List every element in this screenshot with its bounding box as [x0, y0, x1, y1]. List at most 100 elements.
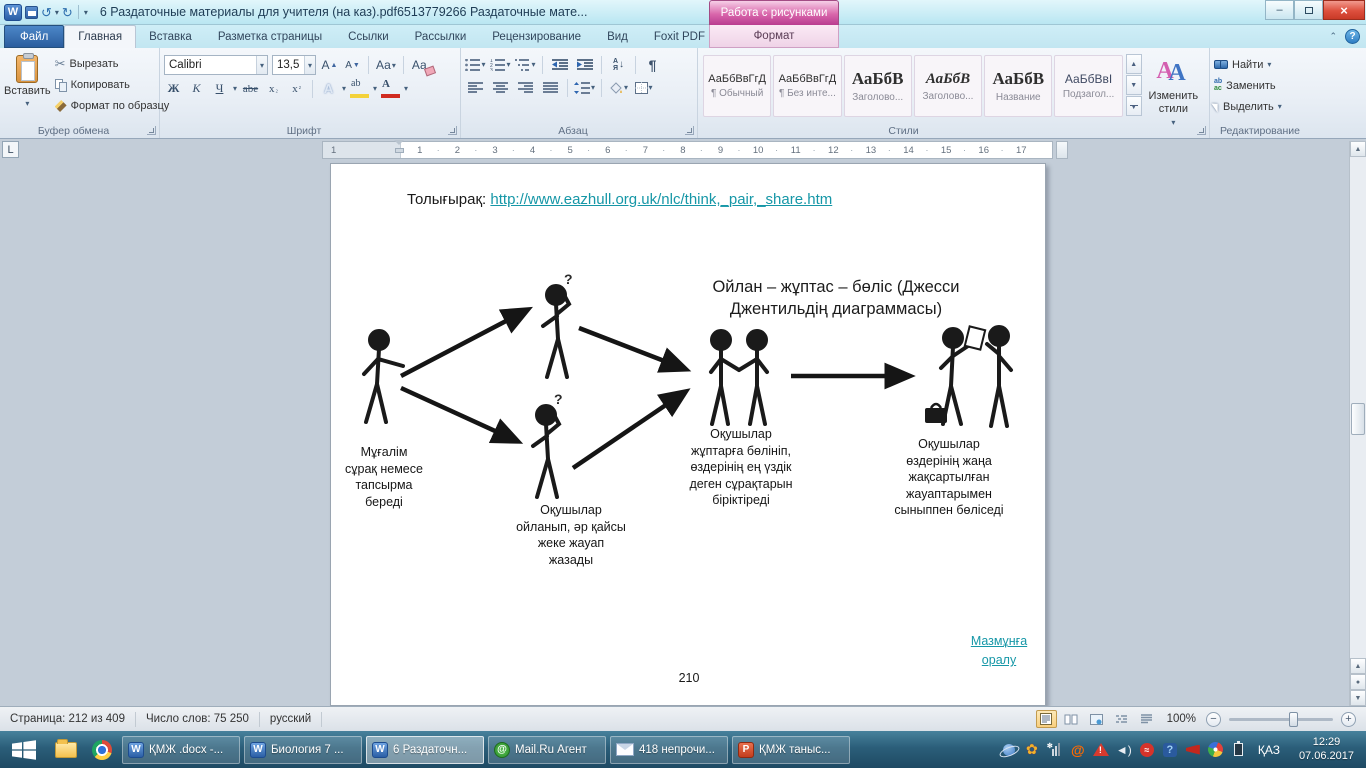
tab-stop-selector[interactable]: L [2, 141, 19, 158]
redo-icon[interactable]: ↻ [62, 6, 73, 19]
tab-references[interactable]: Ссылки [335, 26, 402, 48]
flower-icon[interactable]: ✿ [1024, 741, 1040, 758]
tab-format[interactable]: Формат [754, 25, 795, 47]
clipboard-dialog-launcher[interactable] [147, 126, 156, 135]
warning-icon[interactable]: ! [1092, 742, 1109, 758]
strikethrough-button[interactable]: abe [241, 79, 260, 98]
highlight-button[interactable]: ab [350, 79, 370, 98]
taskbar-mailru-agent[interactable]: @ Mail.Ru Агент [488, 735, 606, 764]
change-case-button[interactable]: Аа ▾ [375, 56, 397, 75]
start-button[interactable] [0, 731, 48, 768]
cut-button[interactable]: ✂ Вырезать [55, 55, 170, 73]
style-card-heading2[interactable]: АаБбВ Заголово... [913, 55, 983, 117]
find-button[interactable]: Найти ▾ [1214, 56, 1306, 73]
tab-file[interactable]: Файл [4, 25, 65, 48]
zoom-slider[interactable] [1229, 711, 1333, 727]
taskbar-word-2[interactable]: W Биология 7 ... [244, 735, 362, 764]
taskbar-word-active[interactable]: W6 Раздаточн... [366, 735, 484, 764]
status-page-info[interactable]: Страница: 212 из 409 [0, 711, 136, 727]
status-language[interactable]: русский [260, 711, 323, 727]
minimize-button[interactable]: – [1265, 0, 1294, 20]
language-indicator[interactable]: ҚАЗ [1254, 743, 1284, 757]
zoom-slider-thumb[interactable] [1289, 711, 1299, 727]
paste-dropdown-icon[interactable]: ▾ [25, 99, 29, 108]
grow-font-button[interactable]: А ▲ [320, 56, 339, 75]
taskbar-word-1[interactable]: W ҚМЖ .docx -... [122, 735, 240, 764]
tab-mailings[interactable]: Рассылки [402, 26, 480, 48]
red-swirl-icon[interactable]: ≈ [1139, 742, 1155, 758]
bold-button[interactable]: Ж [164, 79, 183, 98]
style-card-heading1[interactable]: АаБбВ Заголово... [843, 55, 912, 117]
zoom-level[interactable]: 100% [1167, 713, 1196, 725]
select-button[interactable]: Выделить ▾ [1211, 98, 1306, 115]
paragraph-dialog-launcher[interactable] [685, 126, 694, 135]
tab-foxit-pdf[interactable]: Foxit PDF [641, 26, 718, 48]
line-spacing-button[interactable]: ▾ [574, 78, 595, 97]
zoom-out-button[interactable]: − [1206, 711, 1221, 727]
show-paragraph-marks-button[interactable]: ¶ [642, 55, 663, 74]
justify-button[interactable] [540, 78, 561, 97]
styles-scroll-down-icon[interactable]: ▼ [1125, 75, 1142, 95]
italic-button[interactable]: К [187, 79, 206, 98]
back-to-contents-link[interactable]: Мазмұнға оралу [957, 632, 1041, 671]
tab-home[interactable]: Главная [64, 25, 137, 48]
decrease-indent-button[interactable] [549, 55, 570, 74]
font-dialog-launcher[interactable] [448, 126, 457, 135]
file-explorer-button[interactable] [48, 731, 84, 768]
web-layout-view-button[interactable] [1086, 710, 1107, 728]
vertical-scrollbar[interactable]: ▲ ▲ ● ▼ [1349, 141, 1366, 706]
style-card-subtitle[interactable]: АаБбВвІ Подзагол... [1054, 55, 1123, 117]
save-icon[interactable] [25, 5, 38, 19]
styles-dialog-launcher[interactable] [1197, 126, 1206, 135]
text-effects-button[interactable]: А [319, 79, 338, 98]
restore-button[interactable] [1294, 0, 1323, 20]
question-person-icon[interactable]: ? [1162, 742, 1178, 758]
taskbar-powerpoint[interactable]: P ҚМЖ таныс... [732, 735, 850, 764]
style-card-no-spacing[interactable]: АаБбВвГгД ¶ Без инте... [773, 55, 842, 117]
paste-button[interactable]: Вставить ▾ [4, 51, 51, 115]
shading-button[interactable]: ▾ [608, 78, 629, 97]
scrollbar-thumb[interactable] [1351, 403, 1365, 435]
font-color-dropdown-icon[interactable]: ▾ [404, 84, 408, 93]
font-size-combo[interactable]: 13,5 ▾ [272, 55, 316, 75]
saturn-icon[interactable] [1001, 742, 1017, 758]
minimize-ribbon-icon[interactable]: ⌃ [1329, 31, 1337, 42]
sort-button[interactable]: А Я ↓ [608, 55, 629, 74]
draft-view-button[interactable] [1136, 710, 1157, 728]
underline-dropdown-icon[interactable]: ▾ [233, 84, 237, 93]
previous-page-icon[interactable]: ▲ [1350, 658, 1366, 674]
style-card-normal[interactable]: АаБбВвГгД ¶ Обычный [703, 55, 772, 117]
replace-button[interactable]: ab ac Заменить [1214, 77, 1306, 94]
next-page-icon[interactable]: ▼ [1350, 690, 1366, 706]
print-layout-view-button[interactable] [1035, 710, 1057, 728]
text-effects-dropdown-icon[interactable]: ▾ [342, 84, 346, 93]
bullets-button[interactable]: ▾ [465, 55, 486, 74]
battery-icon[interactable] [1231, 741, 1247, 758]
styles-scroll-up-icon[interactable]: ▲ [1125, 54, 1142, 74]
close-button[interactable]: × [1323, 0, 1365, 20]
highlight-dropdown-icon[interactable]: ▾ [373, 84, 377, 93]
tab-view[interactable]: Вид [594, 26, 641, 48]
chrome-button[interactable] [84, 731, 120, 768]
superscript-button[interactable]: x² [287, 79, 306, 98]
tab-page-layout[interactable]: Разметка страницы [205, 26, 335, 48]
qat-customize-icon[interactable]: ▾ [84, 8, 88, 17]
select-browse-object-icon[interactable]: ● [1350, 674, 1366, 690]
multilevel-list-button[interactable]: ▾ [515, 55, 536, 74]
scroll-up-icon[interactable]: ▲ [1350, 141, 1366, 157]
outline-view-button[interactable] [1111, 710, 1132, 728]
increase-indent-button[interactable] [574, 55, 595, 74]
ruler-toggle-button[interactable] [1056, 141, 1068, 159]
speaker-icon[interactable]: ◄) [1116, 742, 1132, 758]
signal-bars-icon[interactable]: ✻ [1047, 742, 1063, 758]
word-logo-icon[interactable]: W [4, 3, 22, 21]
numbering-button[interactable]: 1 2 3 ▾ [490, 55, 511, 74]
fullscreen-reading-view-button[interactable] [1061, 710, 1082, 728]
shrink-font-button[interactable]: А ▼ [343, 56, 362, 75]
tab-review[interactable]: Рецензирование [479, 26, 594, 48]
undo-dropdown-icon[interactable]: ▾ [55, 8, 59, 17]
copy-button[interactable]: Копировать [54, 76, 170, 94]
help-icon[interactable]: ? [1345, 29, 1360, 44]
change-styles-button[interactable]: АА Изменить стили ▾ [1142, 54, 1205, 127]
style-card-title[interactable]: АаБбВ Название [984, 55, 1053, 117]
